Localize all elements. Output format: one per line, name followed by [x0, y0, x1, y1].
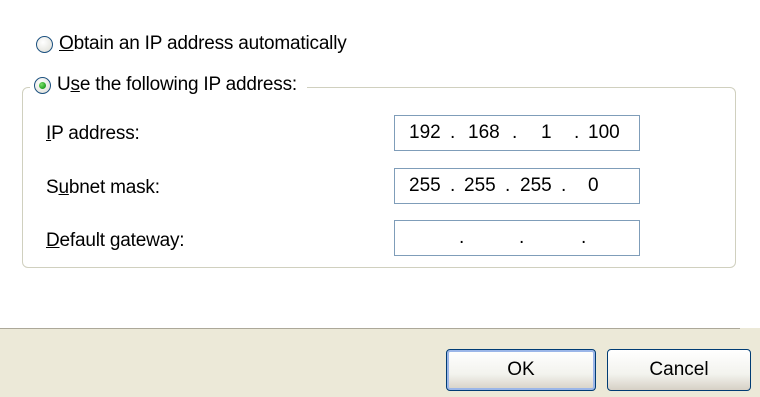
default-gateway-input[interactable]: . . .	[394, 220, 640, 256]
subnet-dot-2: .	[505, 175, 511, 196]
ip-settings-panel: Obtain an IP address automatically Use t…	[0, 0, 760, 328]
radio-selected-dot	[39, 81, 46, 89]
gateway-dot-1: .	[459, 227, 465, 248]
use-following-ip-radio[interactable]	[34, 76, 51, 94]
obtain-ip-automatically-label: Obtain an IP address automatically	[59, 33, 347, 54]
subnet-mask-label: Subnet mask:	[46, 177, 160, 198]
ip-dot-2: .	[512, 122, 518, 143]
obtain-ip-automatically-option[interactable]: Obtain an IP address automatically	[36, 33, 347, 55]
ok-button[interactable]: OK	[446, 349, 596, 391]
ip-dot-3: .	[574, 122, 580, 143]
ip-address-input[interactable]: 192 . 168 . 1 . 100	[394, 115, 640, 151]
use-following-ip-label: Use the following IP address:	[57, 74, 297, 95]
ip-address-octet-3: 1	[541, 122, 552, 143]
cancel-button[interactable]: Cancel	[607, 349, 751, 391]
ip-address-octet-1: 192	[409, 122, 441, 143]
gateway-dot-3: .	[581, 227, 587, 248]
subnet-mask-input[interactable]: 255 . 255 . 255 . 0	[394, 168, 640, 204]
gateway-dot-2: .	[519, 227, 525, 248]
subnet-octet-3: 255	[520, 175, 552, 196]
subnet-octet-4: 0	[588, 175, 599, 196]
subnet-dot-3: .	[561, 175, 567, 196]
ip-address-label: IP address:	[46, 123, 140, 144]
subnet-dot-1: .	[450, 175, 456, 196]
ip-dot-1: .	[450, 122, 456, 143]
subnet-octet-1: 255	[409, 175, 441, 196]
ip-address-octet-4: 100	[588, 122, 620, 143]
default-gateway-label: Default gateway:	[46, 230, 185, 251]
obtain-ip-automatically-radio[interactable]	[36, 35, 53, 53]
footer-separator	[0, 328, 740, 329]
ip-address-octet-2: 168	[468, 122, 500, 143]
use-following-ip-option[interactable]: Use the following IP address:	[30, 74, 307, 96]
subnet-octet-2: 255	[464, 175, 496, 196]
